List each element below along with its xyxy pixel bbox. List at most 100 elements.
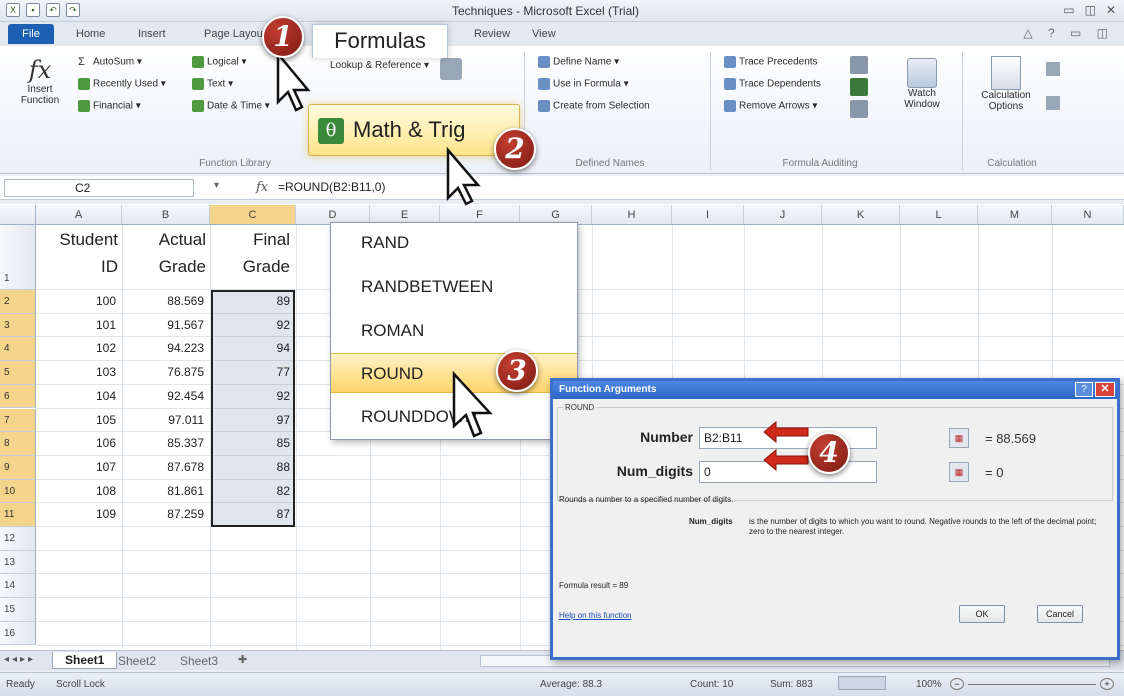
dropdown-item-roman[interactable]: ROMAN [331,311,577,351]
row-header-7[interactable]: 7 [0,408,36,433]
chevron-down-icon[interactable]: ▾ [214,180,219,191]
cell-a7[interactable]: 105 [36,413,120,427]
tab-page-layout[interactable]: Page Layout [204,28,266,40]
row-header-6[interactable]: 6 [0,384,36,409]
column-header-i[interactable]: I [672,205,744,225]
column-header-n[interactable]: N [1052,205,1124,225]
cancel-button[interactable]: Cancel [1037,605,1083,623]
cell-c4[interactable]: 94 [210,341,294,355]
cell-b11[interactable]: 87.259 [122,507,208,521]
cell-c8[interactable]: 85 [210,436,294,450]
cell-b5[interactable]: 76.875 [122,365,208,379]
cell-a2[interactable]: 100 [36,294,120,308]
row-header-2[interactable]: 2 [0,290,36,314]
cell-c9[interactable]: 88 [210,460,294,474]
save-icon[interactable]: ▪ [26,3,40,17]
tab-view[interactable]: View [532,28,556,40]
cell-a4[interactable]: 102 [36,341,120,355]
cell-c1[interactable]: Final [210,230,294,250]
cell-b1[interactable]: Actual [122,230,210,250]
recently-used-button[interactable]: Recently Used ▾ [78,78,166,90]
column-header-j[interactable]: J [744,205,822,225]
sheet-tab-sheet2[interactable]: Sheet2 [118,654,156,668]
close-icon[interactable]: ✕ [1106,3,1116,17]
restore-icon[interactable]: ◫ [1085,3,1096,17]
minimize-icon[interactable]: ▭ [1063,3,1074,17]
row-header-4[interactable]: 4 [0,337,36,362]
cell-a3[interactable]: 101 [36,318,120,332]
cell-b6[interactable]: 92.454 [122,389,208,403]
row-header-16[interactable]: 16 [0,621,36,646]
cell-c11[interactable]: 87 [210,507,294,521]
zoom-in-icon[interactable]: + [1100,678,1114,690]
sheet-nav-icon[interactable]: ◂◂▸▸ [4,654,36,665]
ribbon-help-icon[interactable]: △ ? ▭ ◫ [1023,26,1114,40]
insert-function-icon[interactable]: fx [256,180,268,195]
range-select-icon[interactable]: ▦ [949,462,969,482]
help-icon[interactable]: ? [1075,382,1093,397]
trace-precedents-button[interactable]: Trace Precedents [724,56,818,68]
more-functions-icon[interactable] [440,58,462,80]
watch-window-button[interactable]: Watch Window [894,58,950,110]
dropdown-item-randbetween[interactable]: RANDBETWEEN [331,267,577,307]
calculate-now-icon[interactable] [1046,62,1060,76]
tab-insert[interactable]: Insert [138,28,166,40]
financial-button[interactable]: Financial ▾ [78,100,141,112]
cell-c2[interactable]: 89 [210,294,294,308]
column-header-c[interactable]: C [210,205,296,225]
evaluate-formula-icon[interactable] [850,100,868,118]
row-header-9[interactable]: 9 [0,455,36,480]
insert-function-button[interactable]: fx Insert Function [12,56,68,106]
column-header-l[interactable]: L [900,205,978,225]
close-icon[interactable]: ✕ [1095,382,1115,397]
cell-b9[interactable]: 87.678 [122,460,208,474]
cell-c3[interactable]: 92 [210,318,294,332]
range-select-icon[interactable]: ▦ [949,428,969,448]
row-header-15[interactable]: 15 [0,598,36,622]
zoom-out-icon[interactable]: − [950,678,964,690]
cell-c6[interactable]: 92 [210,389,294,403]
row-header-3[interactable]: 3 [0,313,36,338]
formula-input[interactable]: =ROUND(B2:B11,0) [278,180,385,194]
sheet-tab-sheet1[interactable]: Sheet1 [52,652,118,669]
logical-button[interactable]: Logical ▾ [192,56,247,68]
cell-a9[interactable]: 107 [36,460,120,474]
cell-a11[interactable]: 109 [36,507,120,521]
zoom-slider[interactable] [968,684,1096,685]
row-header-10[interactable]: 10 [0,479,36,504]
cell-b3[interactable]: 91.567 [122,318,208,332]
column-header-m[interactable]: M [978,205,1052,225]
tab-review[interactable]: Review [474,28,510,40]
row-header-12[interactable]: 12 [0,527,36,551]
text-button[interactable]: Text ▾ [192,78,233,90]
calculate-sheet-icon[interactable] [1046,96,1060,110]
define-name-button[interactable]: Define Name ▾ [538,56,619,68]
tab-home[interactable]: Home [76,28,105,40]
trace-dependents-button[interactable]: Trace Dependents [724,78,821,90]
show-formulas-icon[interactable] [850,56,868,74]
use-in-formula-button[interactable]: Use in Formula ▾ [538,78,629,90]
column-header-a[interactable]: A [36,205,122,225]
row-header-5[interactable]: 5 [0,361,36,385]
cell-a1[interactable]: Student [36,230,122,250]
tab-file[interactable]: File [8,24,54,44]
row-header-13[interactable]: 13 [0,550,36,575]
undo-icon[interactable]: ↶ [46,3,60,17]
new-sheet-icon[interactable]: ✚ [238,653,247,666]
column-header-b[interactable]: B [122,205,210,225]
name-box[interactable]: C2 [4,179,194,197]
cell-c7[interactable]: 97 [210,413,294,427]
cell-b2[interactable]: 88.569 [122,294,208,308]
sheet-tab-sheet3[interactable]: Sheet3 [180,654,218,668]
tab-formulas[interactable]: Formulas [312,24,448,58]
zoom-level[interactable]: 100% [916,679,942,690]
cell-b4[interactable]: 94.223 [122,341,208,355]
remove-arrows-button[interactable]: Remove Arrows ▾ [724,100,817,112]
redo-icon[interactable]: ↷ [66,3,80,17]
cell-b7[interactable]: 97.011 [122,413,208,427]
view-buttons[interactable] [838,676,886,690]
row-header-8[interactable]: 8 [0,432,36,456]
cell-a8[interactable]: 106 [36,436,120,450]
create-from-selection-button[interactable]: Create from Selection [538,100,650,112]
cell-c10[interactable]: 82 [210,484,294,498]
